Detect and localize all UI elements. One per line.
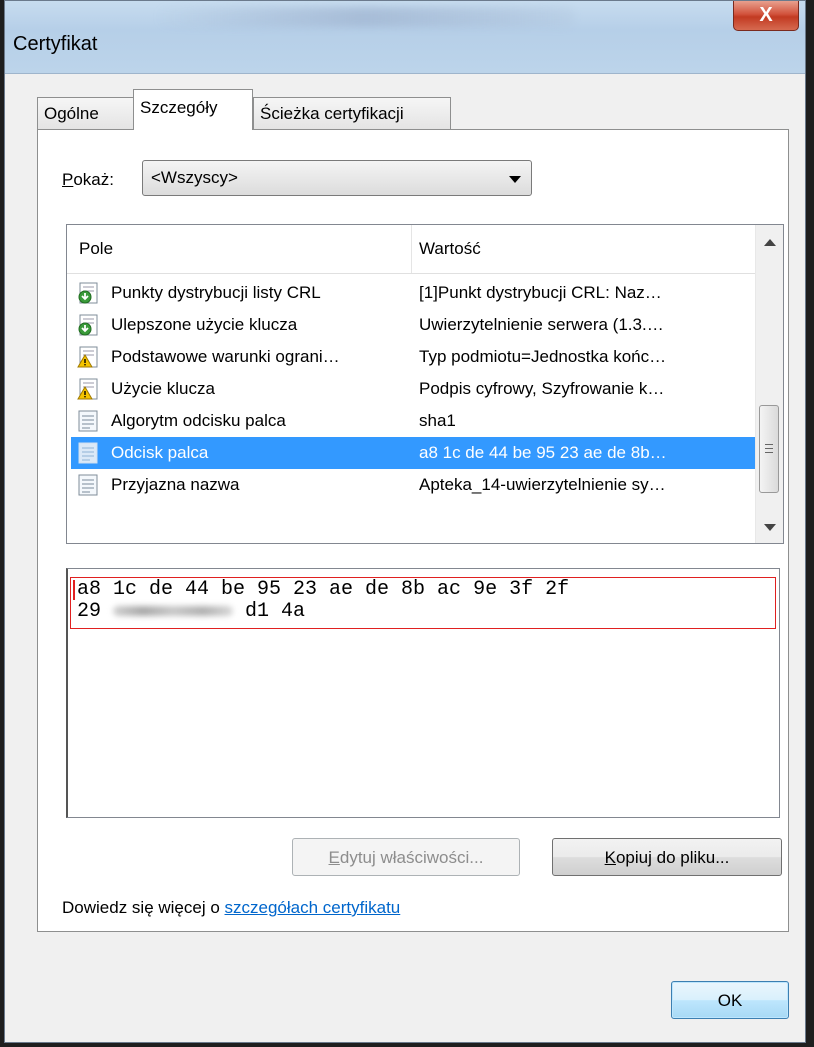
extension-icon	[78, 282, 98, 304]
close-button[interactable]: X	[733, 1, 799, 31]
grip-line	[765, 452, 773, 453]
show-label: Pokaż:	[62, 170, 114, 189]
field-name: Algorytm odcisku palca	[111, 411, 286, 430]
thumbprint-value[interactable]: a8 1c de 44 be 95 23 ae de 8b ac 9e 3f 2…	[70, 577, 776, 629]
fields-list[interactable]: Pole Wartość Punkty dystrybucji listy CR…	[66, 224, 784, 544]
chevron-down-icon	[509, 176, 521, 183]
close-icon: X	[759, 4, 773, 26]
list-item-selected[interactable]: Odcisk palca a8 1c de 44 be 95 23 ae de …	[71, 437, 756, 469]
edit-properties-button[interactable]: Edytuj właściwości...	[292, 838, 520, 876]
learn-more-text: Dowiedz się więcej o szczegółach certyfi…	[62, 898, 401, 917]
copy-to-file-button[interactable]: Kopiuj do pliku...	[552, 838, 782, 876]
field-value: Apteka_14-uwierzytelnienie sy…	[419, 475, 666, 494]
field-name: Podstawowe warunki ograni…	[111, 347, 340, 366]
tab-label: Ogólne	[44, 104, 99, 123]
show-dropdown-value: <Wszyscy>	[151, 168, 238, 187]
field-name: Odcisk palca	[111, 443, 209, 462]
title-bar[interactable]: Certyfikat X	[5, 1, 805, 74]
field-value: sha1	[419, 411, 456, 430]
grip-line	[765, 448, 773, 449]
column-divider[interactable]	[411, 225, 412, 273]
scroll-down-icon[interactable]	[764, 524, 776, 531]
thumbprint-line-2-start: 29	[77, 600, 114, 623]
tab-label: Ścieżka certyfikacji	[260, 104, 404, 123]
window-title: Certyfikat	[13, 33, 98, 55]
details-panel: Pokaż: <Wszyscy> Pole Wartość Punkty dys…	[37, 129, 789, 932]
tab-details[interactable]: Szczegóły	[133, 89, 253, 130]
property-icon	[78, 410, 98, 432]
list-item[interactable]: Przyjazna nazwa Apteka_14-uwierzytelnien…	[71, 469, 756, 501]
certificate-details-link[interactable]: szczegółach certyfikatu	[225, 898, 401, 917]
field-name: Ulepszone użycie klucza	[111, 315, 298, 334]
critical-extension-icon	[77, 346, 98, 368]
show-dropdown[interactable]: <Wszyscy>	[142, 160, 532, 196]
field-value: Podpis cyfrowy, Szyfrowanie k…	[419, 379, 665, 398]
thumbprint-line-2-end: d1 4a	[233, 600, 306, 623]
value-detail-textbox[interactable]: a8 1c de 44 be 95 23 ae de 8b ac 9e 3f 2…	[66, 568, 780, 818]
field-value: a8 1c de 44 be 95 23 ae de 8b…	[419, 443, 667, 462]
field-value: [1]Punkt dystrybucji CRL: Naz…	[419, 283, 662, 302]
field-name: Przyjazna nazwa	[111, 475, 240, 494]
list-item[interactable]: Punkty dystrybucji listy CRL [1]Punkt dy…	[71, 277, 756, 309]
scroll-up-icon[interactable]	[764, 239, 776, 246]
extension-icon	[78, 314, 98, 336]
field-value: Uwierzytelnienie serwera (1.3.…	[419, 315, 664, 334]
property-icon	[78, 474, 98, 496]
list-item[interactable]: Podstawowe warunki ograni… Typ podmiotu=…	[71, 341, 756, 373]
ok-button[interactable]: OK	[671, 981, 789, 1019]
list-item[interactable]: Algorytm odcisku palca sha1	[71, 405, 756, 437]
list-item[interactable]: Użycie klucza Podpis cyfrowy, Szyfrowani…	[71, 373, 756, 405]
certificate-dialog: Certyfikat X Ogólne Szczegóły Ścieżka ce…	[4, 0, 806, 1043]
tab-general[interactable]: Ogólne	[37, 97, 135, 129]
list-header: Pole Wartość	[67, 225, 756, 274]
scrollbar-thumb[interactable]	[759, 405, 779, 493]
tab-label: Szczegóły	[140, 98, 218, 117]
field-value: Typ podmiotu=Jednostka końc…	[419, 347, 667, 366]
field-name: Punkty dystrybucji listy CRL	[111, 283, 321, 302]
text-caret	[73, 580, 75, 600]
critical-extension-icon	[77, 378, 98, 400]
vertical-scrollbar[interactable]	[755, 225, 783, 543]
property-icon	[78, 442, 98, 464]
grip-line	[765, 444, 773, 445]
field-name: Użycie klucza	[111, 379, 215, 398]
redacted-blur	[113, 605, 234, 616]
column-header-field[interactable]: Pole	[79, 239, 113, 259]
column-header-value[interactable]: Wartość	[419, 239, 481, 259]
blurred-background-text	[155, 7, 575, 27]
list-item[interactable]: Ulepszone użycie klucza Uwierzytelnienie…	[71, 309, 756, 341]
ok-label: OK	[717, 991, 743, 1010]
thumbprint-line-1: a8 1c de 44 be 95 23 ae de 8b ac 9e 3f 2…	[77, 578, 570, 601]
tab-certification-path[interactable]: Ścieżka certyfikacji	[253, 97, 451, 129]
